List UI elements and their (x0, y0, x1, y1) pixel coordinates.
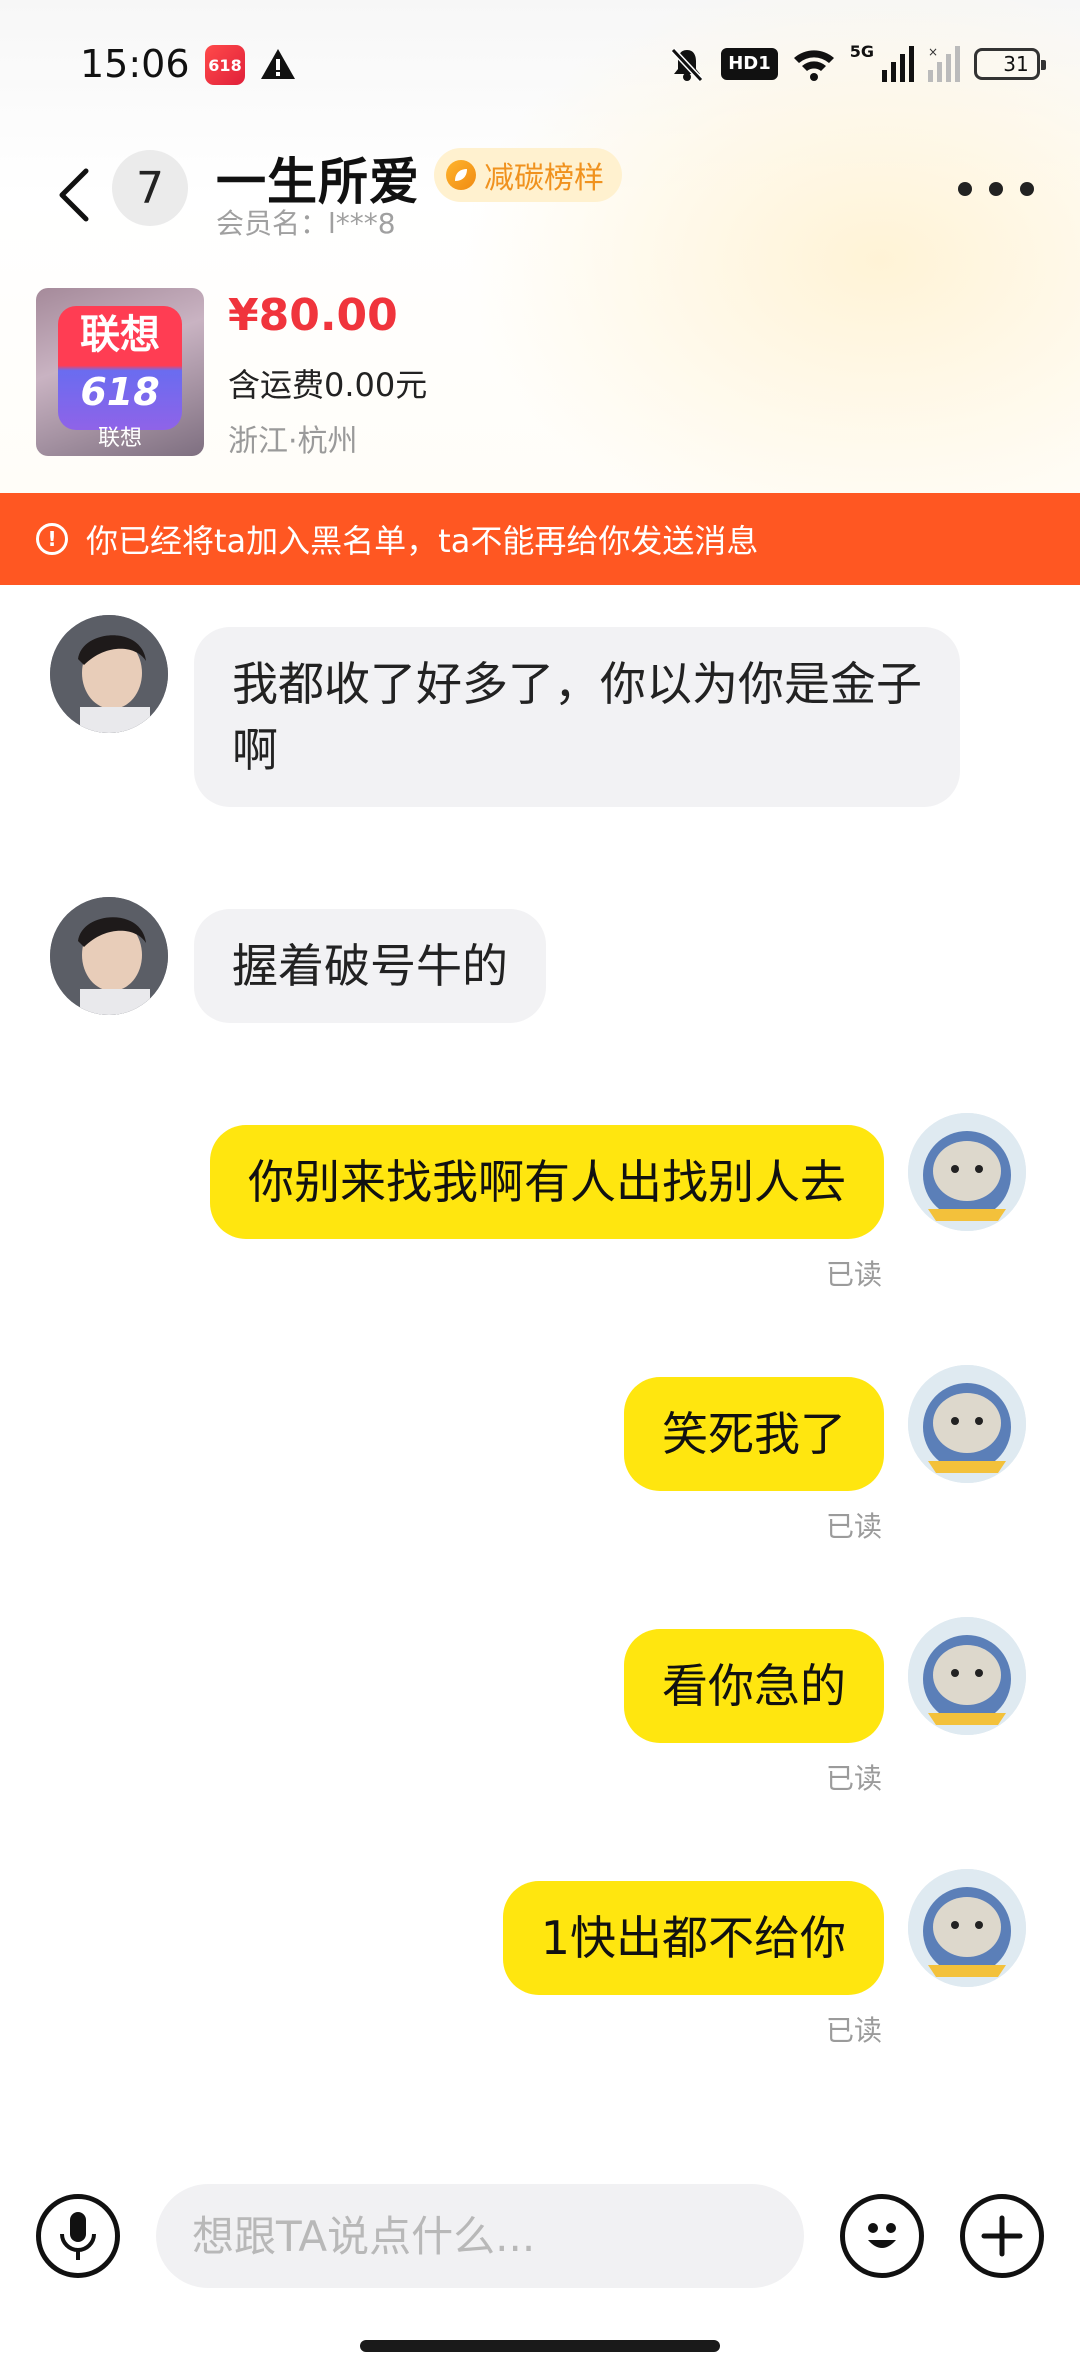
member-name: 会员名：l***8 (216, 207, 396, 240)
more-actions-button[interactable] (960, 2194, 1044, 2278)
leaf-icon (446, 160, 476, 190)
message-input[interactable] (156, 2184, 804, 2288)
battery-percent: 31 (1003, 52, 1029, 76)
warning-icon (258, 44, 298, 84)
contact-avatar[interactable] (50, 615, 168, 733)
svg-text:×: × (928, 46, 938, 59)
wifi-icon (792, 46, 836, 82)
chat-header: 7 一生所爱 减碳榜样 会员名：l***8 (0, 130, 1080, 260)
my-avatar[interactable] (908, 1365, 1026, 1483)
status-bar: 15:06 618 HD1 5G × 31 (0, 0, 1080, 130)
voice-button[interactable] (36, 2194, 120, 2278)
more-options-button[interactable] (958, 174, 1034, 204)
eco-badge[interactable]: 减碳榜样 (434, 148, 622, 202)
shipping-fee: 含运费0.00元 (228, 366, 428, 404)
back-button[interactable] (46, 158, 102, 232)
my-avatar[interactable] (908, 1113, 1026, 1231)
network-type-label: 5G (849, 42, 874, 61)
message-bubble-outgoing[interactable]: 看你急的 (624, 1629, 884, 1743)
mute-bell-icon (667, 44, 707, 84)
notification-app-icon: 618 (205, 45, 245, 85)
thumb-title: 联想 (80, 312, 160, 358)
battery-icon: 31 (974, 48, 1046, 80)
eco-badge-label: 减碳榜样 (484, 161, 604, 196)
emoji-icon (868, 2223, 896, 2248)
unread-count-badge[interactable]: 7 (112, 150, 188, 226)
message-bubble-outgoing[interactable]: 你别来找我啊有人出找别人去 (210, 1125, 884, 1239)
read-status: 已读 (826, 1510, 883, 1543)
read-status: 已读 (826, 1762, 883, 1795)
message-bubble-outgoing[interactable]: 笑死我了 (624, 1377, 884, 1491)
more-dots-icon (958, 182, 972, 196)
banner-text: 你已经将ta加入黑名单，ta不能再给你发送消息 (86, 522, 759, 560)
plus-icon (981, 2215, 1023, 2257)
signal-strength-icon (882, 46, 914, 82)
read-status: 已读 (826, 1258, 883, 1291)
seller-location: 浙江·杭州 (228, 424, 358, 459)
chat-screen: 15:06 618 HD1 5G × 31 7 一生所爱 减碳榜样 会员名：l*… (0, 0, 1080, 2376)
message-bubble-incoming[interactable]: 握着破号牛的 (194, 909, 546, 1023)
more-dot (989, 182, 1003, 196)
hd-voice-icon: HD1 (721, 48, 778, 80)
lenovo-618-logo: 联想 618 (58, 306, 182, 430)
product-thumbnail[interactable]: 联想 618 联想 (36, 288, 204, 456)
emoji-button[interactable] (840, 2194, 924, 2278)
blacklist-banner: ! 你已经将ta加入黑名单，ta不能再给你发送消息 (0, 493, 1080, 585)
message-bubble-outgoing[interactable]: 1快出都不给你 (502, 1881, 884, 1995)
home-indicator[interactable] (360, 2340, 720, 2352)
thumb-subtitle: 618 (80, 370, 160, 414)
read-status: 已读 (826, 2014, 883, 2047)
back-arrow-icon (59, 168, 89, 222)
input-bar (0, 2170, 1080, 2300)
warning-circle-icon: ! (36, 523, 68, 555)
contact-avatar[interactable] (50, 897, 168, 1015)
status-icons: HD1 5G × 31 (667, 42, 1046, 86)
my-avatar[interactable] (908, 1869, 1026, 1987)
my-avatar[interactable] (908, 1617, 1026, 1735)
microphone-icon (60, 2212, 96, 2260)
signal-strength-secondary-icon: × (928, 46, 960, 82)
thumb-caption: 联想 (97, 426, 142, 451)
message-list[interactable]: 我都收了好多了，你以为你是金子啊 握着破号牛的 你别来找我啊有人出找别人去 已读… (0, 585, 1080, 2145)
status-time: 15:06 (80, 42, 190, 86)
more-dot (1020, 182, 1034, 196)
message-bubble-incoming[interactable]: 我都收了好多了，你以为你是金子啊 (194, 627, 960, 807)
product-price: ¥80.00 (228, 290, 398, 341)
product-card[interactable]: 联想 618 联想 ¥80.00 含运费0.00元 浙江·杭州 (36, 288, 1044, 459)
